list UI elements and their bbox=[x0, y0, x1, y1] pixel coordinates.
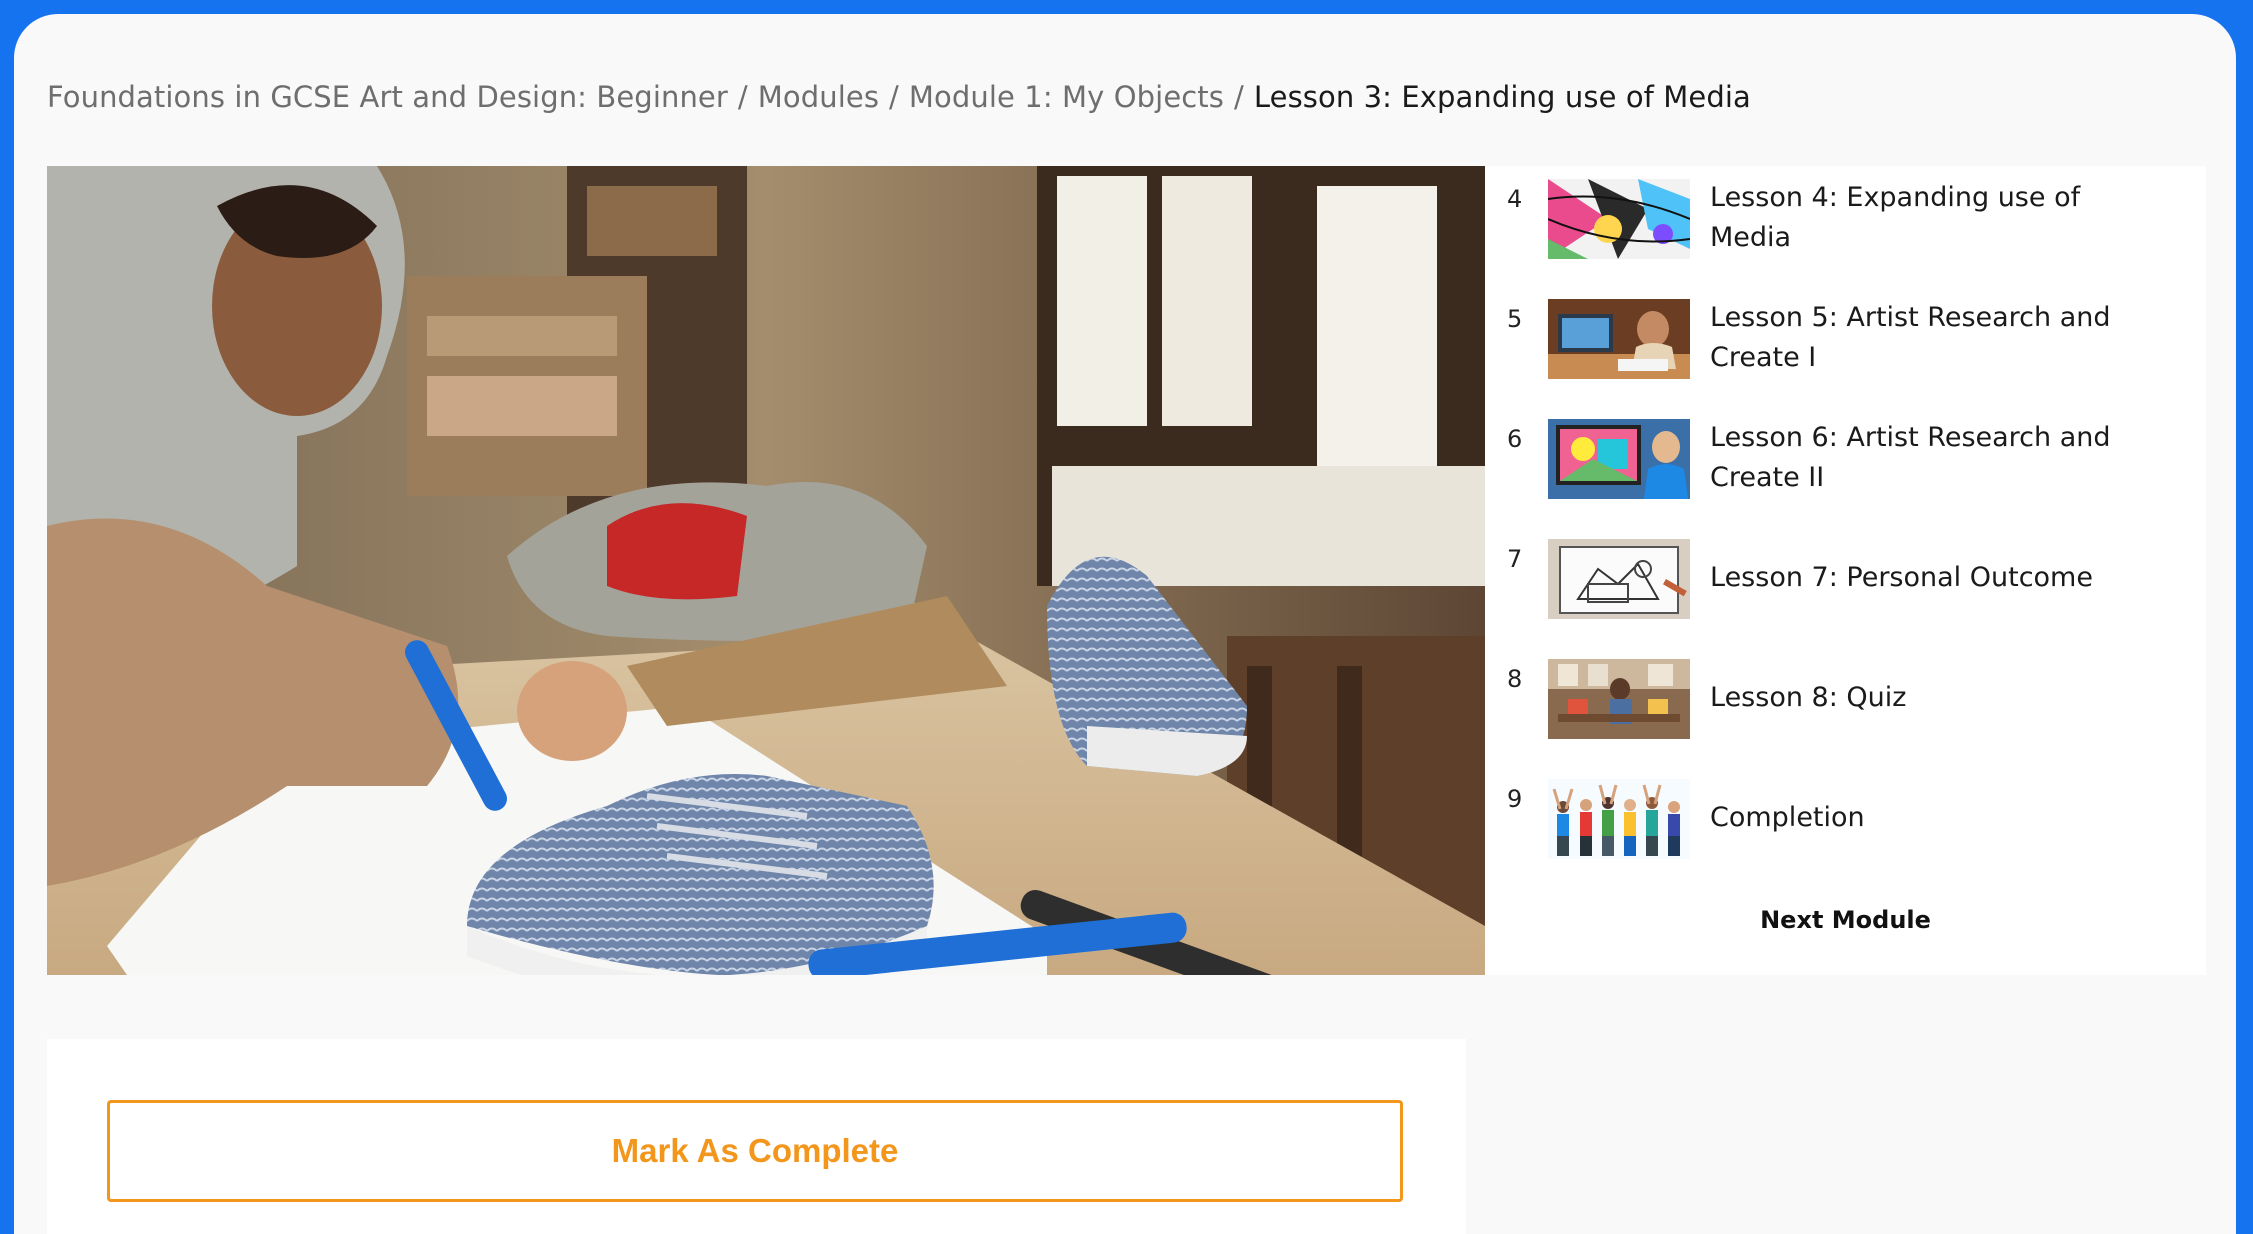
lesson-title: Lesson 4: Expanding use of Media bbox=[1710, 182, 2081, 253]
lesson-title: Lesson 7: Personal Outcome bbox=[1710, 562, 2093, 593]
art-studio-thumbnail bbox=[1548, 659, 1690, 739]
colorful-screen-thumbnail bbox=[1548, 419, 1690, 499]
next-module-link[interactable]: Next Module bbox=[1485, 906, 2206, 934]
breadcrumb-course-link[interactable]: Foundations in GCSE Art and Design: Begi… bbox=[47, 80, 728, 114]
student-drawing-sneaker-image bbox=[47, 166, 1485, 975]
lesson-list-item[interactable]: 4 Lesson 4: Expanding use of Media bbox=[1485, 173, 2206, 263]
breadcrumb-separator: / bbox=[737, 80, 748, 114]
lesson-number: 6 bbox=[1507, 425, 1523, 453]
lesson-number: 4 bbox=[1507, 185, 1523, 213]
lesson-actions-card: Mark As Complete bbox=[47, 1039, 1466, 1234]
lesson-title: Lesson 5: Artist Research and Create I bbox=[1710, 302, 2111, 373]
lesson-list-item[interactable]: 5 Lesson 5: Artist Research and Create I bbox=[1485, 293, 2206, 383]
sketchbook-thumbnail bbox=[1548, 539, 1690, 619]
breadcrumb: Foundations in GCSE Art and Design: Begi… bbox=[47, 80, 1751, 114]
lesson-hero-image bbox=[47, 166, 1485, 975]
lesson-list-item[interactable]: 9 Completion bbox=[1485, 773, 2206, 863]
breadcrumb-current-lesson: Lesson 3: Expanding use of Media bbox=[1253, 80, 1751, 114]
lesson-number: 7 bbox=[1507, 545, 1523, 573]
lesson-number: 5 bbox=[1507, 305, 1523, 333]
lesson-list-item[interactable]: 6 Lesson 6: Artist Research and Create I… bbox=[1485, 413, 2206, 503]
celebrating-group-thumbnail bbox=[1548, 779, 1690, 859]
lesson-title: Lesson 6: Artist Research and Create II bbox=[1710, 422, 2111, 493]
lesson-list-item[interactable]: 8 Lesson 8: Quiz bbox=[1485, 653, 2206, 743]
breadcrumb-modules-link[interactable]: Modules bbox=[758, 80, 879, 114]
lesson-list-item[interactable]: 7 Lesson 7: Personal Outcome bbox=[1485, 533, 2206, 623]
app-window: Foundations in GCSE Art and Design: Begi… bbox=[14, 14, 2236, 1234]
abstract-pattern-thumbnail bbox=[1548, 179, 1690, 259]
breadcrumb-separator: / bbox=[1234, 80, 1244, 114]
mark-complete-button[interactable]: Mark As Complete bbox=[107, 1100, 1403, 1202]
lesson-list-sidebar: 4 Lesson 4: Expanding use of Media 5 Les… bbox=[1485, 166, 2206, 975]
breadcrumb-module-link[interactable]: Module 1: My Objects bbox=[909, 80, 1224, 114]
student-laptop-thumbnail bbox=[1548, 299, 1690, 379]
lesson-number: 9 bbox=[1507, 785, 1523, 813]
lesson-title: Completion bbox=[1710, 802, 1865, 833]
lesson-number: 8 bbox=[1507, 665, 1523, 693]
breadcrumb-separator: / bbox=[889, 80, 899, 114]
lesson-title: Lesson 8: Quiz bbox=[1710, 682, 1907, 713]
